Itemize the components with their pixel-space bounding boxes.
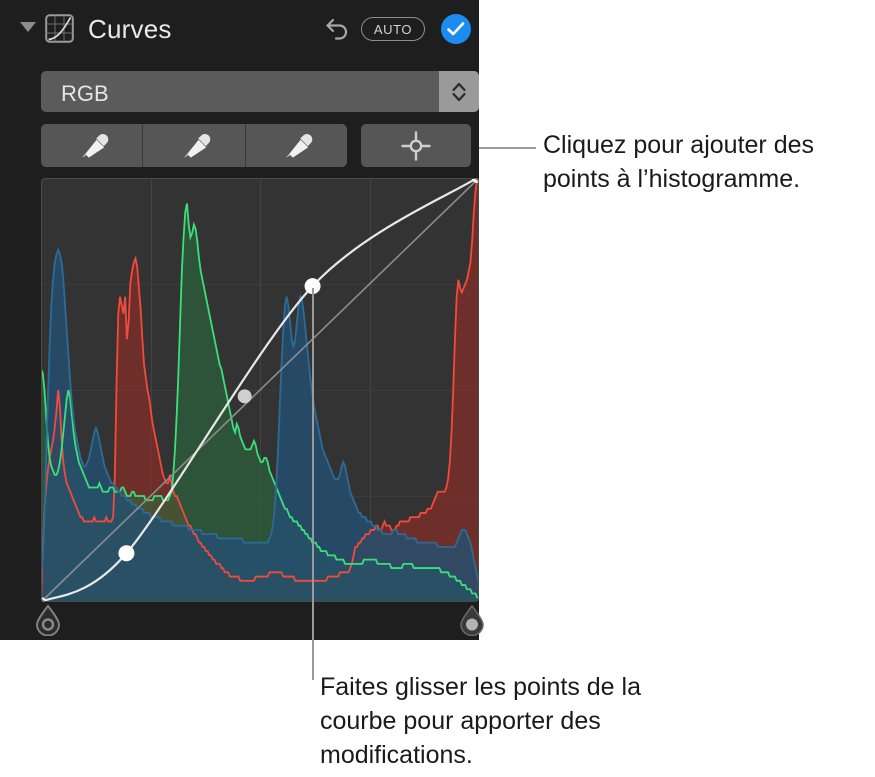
checkmark-icon (447, 22, 465, 36)
panel-header: Curves AUTO (0, 0, 479, 58)
callout-text-drag-points: Faites glisser les points de la courbe p… (320, 673, 641, 769)
callout-leader-line-drag-points (312, 288, 314, 680)
eyedropper-button-group (41, 124, 347, 167)
range-slider-track[interactable] (35, 602, 484, 638)
eyedropper-icon (183, 133, 211, 158)
crosshair-target-icon (401, 130, 431, 161)
eyedropper-icon (81, 133, 108, 158)
eyedropper-icon (286, 133, 313, 158)
histogram-plot-area[interactable] (41, 178, 479, 602)
black-point-handle[interactable] (33, 604, 63, 636)
curve-midpoint[interactable] (237, 389, 252, 404)
set-black-point-button[interactable] (41, 124, 144, 167)
channel-select-value: RGB (61, 81, 109, 106)
callout-leader-line-add-points (479, 147, 536, 149)
curves-panel: Curves AUTO RGB (0, 0, 484, 640)
revert-icon[interactable] (322, 14, 352, 44)
curve-control-point-2[interactable] (118, 545, 135, 562)
disclosure-triangle-icon[interactable] (20, 22, 36, 32)
auto-button[interactable]: AUTO (361, 17, 425, 41)
channel-select[interactable]: RGB (41, 71, 479, 112)
white-point-handle[interactable] (457, 604, 487, 636)
set-gray-point-button[interactable] (143, 124, 246, 167)
callout-text-add-points: Cliquez pour ajouter des points à l’hist… (543, 131, 814, 193)
curves-histogram[interactable] (41, 178, 479, 602)
add-point-to-histogram-button[interactable] (361, 124, 471, 167)
auto-button-label: AUTO (373, 21, 413, 37)
set-white-point-button[interactable] (246, 124, 347, 167)
curves-grid-icon (45, 14, 74, 43)
apply-checkmark-button[interactable] (441, 14, 471, 44)
chevron-up-down-icon[interactable] (439, 71, 479, 112)
page-title: Curves (88, 14, 172, 44)
